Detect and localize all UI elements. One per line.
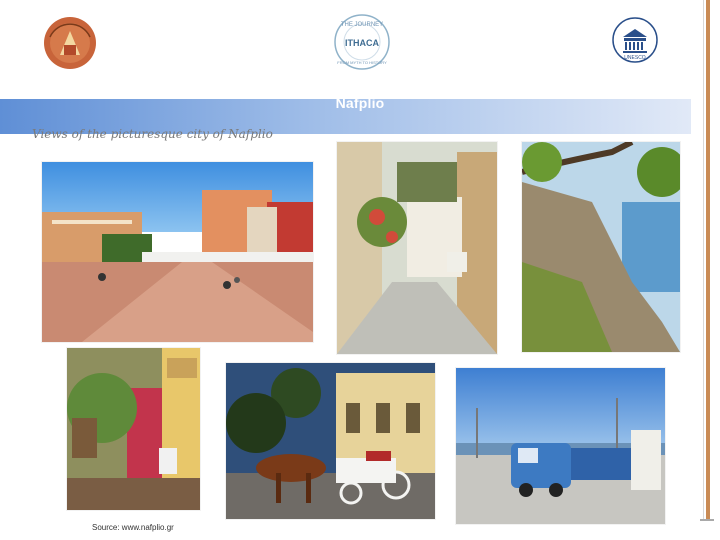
right-border-line — [703, 0, 704, 520]
coastal-rocks-photo — [522, 142, 680, 352]
source-credit: Source: www.nafplio.gr — [92, 523, 174, 532]
unesco-logo-text: UNESCO — [624, 55, 646, 61]
right-accent-bar — [706, 0, 710, 520]
ithaca-journey-logo: THE JOURNEY ITHACA FROM MYTH TO HISTORY — [333, 12, 391, 72]
logo-text-top: THE JOURNEY — [341, 22, 383, 28]
flower-street-photo — [337, 142, 497, 354]
unesco-logo: UNESCO — [607, 13, 663, 67]
colorful-alley-photo — [67, 348, 200, 510]
left-crest-logo — [42, 15, 98, 71]
crest-logo-icon — [44, 17, 96, 69]
page-title: Nafplio — [335, 95, 385, 111]
horse-carriage-photo — [226, 363, 435, 519]
tourist-train-photo — [456, 368, 665, 524]
bottom-mark — [700, 519, 714, 521]
photos-caption: Views of the picturesque city of Nafplio — [32, 127, 273, 141]
logo-text-main: ITHACA — [345, 38, 379, 48]
logo-text-bottom: FROM MYTH TO HISTORY — [337, 60, 387, 65]
syntagma-square-photo — [42, 162, 313, 342]
